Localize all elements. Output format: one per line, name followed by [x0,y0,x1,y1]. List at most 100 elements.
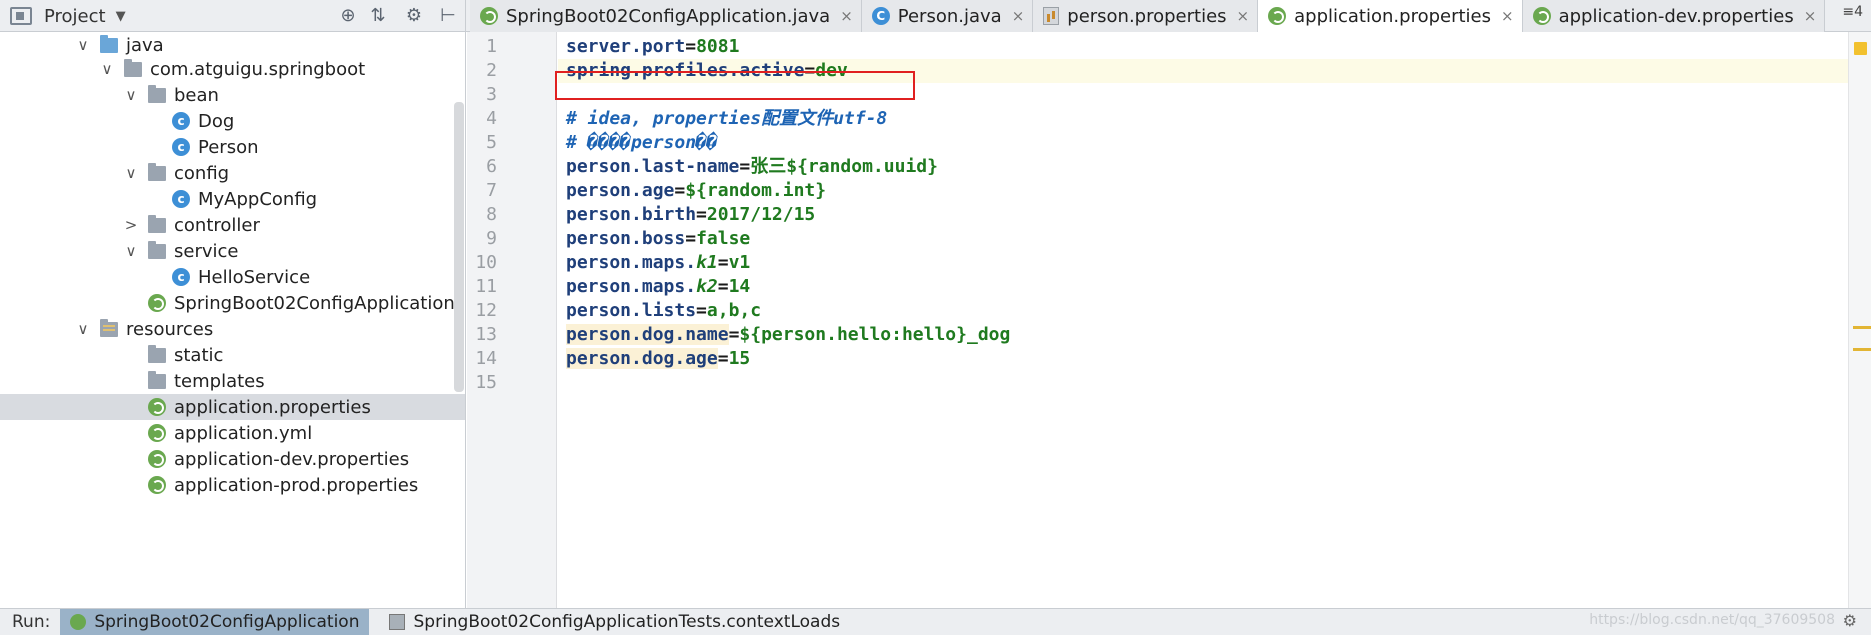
property-key: person.birth [566,204,697,225]
code-line-6[interactable]: person.last-name=张三${random.uuid} [558,155,1848,179]
project-panel-title[interactable]: Project [44,6,106,27]
close-icon[interactable]: × [1804,7,1817,25]
equals-sign: = [696,300,707,321]
chevron-right-icon[interactable]: > [124,216,138,234]
tab-application-dev-properties[interactable]: application-dev.properties × [1522,0,1826,32]
tree-item-templates[interactable]: templates [0,368,465,394]
package-icon [148,214,166,233]
tab-label: person.properties [1067,5,1227,27]
equals-sign: = [685,228,697,249]
tree-item-dog[interactable]: c Dog [0,108,465,134]
tab-label: application-dev.properties [1558,5,1794,27]
tree-item-bean[interactable]: ∨ bean [0,82,465,108]
warning-marker[interactable] [1853,348,1871,351]
tab-overflow-button[interactable]: ≡4 [1842,4,1863,20]
code-line-8[interactable]: person.birth=2017/12/15 [558,203,1848,227]
property-value: 8081 [696,36,740,57]
project-panel-header[interactable]: Project ▼ ⊕ ⇅ ⚙ ⊢ [0,0,466,32]
tree-item-label: config [174,162,230,184]
property-value: v1 [728,252,751,273]
code-line-4[interactable]: # idea, properties配置文件utf-8 [558,107,1848,131]
tab-application-properties[interactable]: application.properties × [1258,0,1523,32]
equals-sign: = [717,276,729,297]
run-tab-springboot02configapplication[interactable]: SpringBoot02ConfigApplication [60,608,370,635]
tree-item-static[interactable]: static [0,342,465,368]
tree-item-label: com.atguigu.springboot [150,58,366,80]
error-stripe[interactable] [1848,32,1871,608]
tree-item-label: java [126,34,164,56]
chevron-down-icon[interactable]: ∨ [124,242,138,260]
tree-item-person[interactable]: c Person [0,134,465,160]
chevron-down-icon[interactable]: ▼ [116,9,126,24]
map-subkey: k2 [696,276,718,297]
run-tab-tests-contextloads[interactable]: SpringBoot02ConfigApplicationTests.conte… [379,609,850,635]
code-line-9[interactable]: person.boss=false [558,227,1848,251]
tree-item-java[interactable]: ∨ java [0,32,465,58]
code-line-2[interactable]: spring.profiles.active=dev [558,59,1848,83]
code-line-11[interactable]: person.maps.k2=14 [558,275,1848,299]
property-key: person.boss [566,228,686,249]
tree-item-controller[interactable]: > controller [0,212,465,238]
tree-item-resources[interactable]: ∨ resources [0,316,465,342]
tree-item-com-atguigu-springboot[interactable]: ∨ com.atguigu.springboot [0,56,465,82]
code-line-12[interactable]: person.lists=a,b,c [558,299,1848,323]
chevron-down-icon[interactable]: ∨ [76,36,90,54]
line-number: 11 [475,276,497,297]
code-line-1[interactable]: server.port=8081 [558,35,1848,59]
tree-scrollbar[interactable] [454,102,464,392]
gear-icon[interactable]: ⚙ [1843,611,1857,630]
inspection-status-icon[interactable] [1854,42,1867,55]
tree-item-label: controller [174,214,260,236]
tree-item-service[interactable]: ∨ service [0,238,465,264]
package-icon [148,240,166,259]
package-icon [148,84,166,103]
tab-person-properties[interactable]: person.properties × [1033,0,1259,32]
chevron-down-icon[interactable]: ∨ [100,60,114,78]
equals-sign: = [717,252,729,273]
properties-icon [1043,7,1060,25]
property-key: person.last-name [566,156,740,177]
chevron-down-icon[interactable]: ∨ [124,164,138,182]
warning-marker[interactable] [1853,326,1871,329]
top-bar: Project ▼ ⊕ ⇅ ⚙ ⊢ SpringBoot02ConfigAppl… [0,0,1871,32]
tree-item-application-dev-properties[interactable]: application-dev.properties [0,446,465,472]
tree-item-myappconfig[interactable]: c MyAppConfig [0,186,465,212]
package-icon [148,162,166,181]
code-comment: # ����person�� [566,132,718,153]
tree-item-config[interactable]: ∨ config [0,160,465,186]
code-editor[interactable]: server.port=8081 spring.profiles.active=… [558,32,1848,608]
project-tree: ∨ java ∨ com.atguigu.springboot ∨ bean c… [0,32,466,608]
folder-icon [100,34,118,53]
tree-item-application-properties[interactable]: application.properties [0,394,465,420]
tree-item-helloservice[interactable]: c HelloService [0,264,465,290]
tree-item-springboot02configapplication[interactable]: SpringBoot02ConfigApplication [0,290,465,316]
locate-icon[interactable]: ⊕ [336,4,360,28]
collapse-all-icon[interactable]: ⇅ [366,4,390,28]
chevron-down-icon[interactable]: ∨ [124,86,138,104]
code-line-7[interactable]: person.age=${random.int} [558,179,1848,203]
code-line-5[interactable]: # ����person�� [558,131,1848,155]
close-icon[interactable]: × [1012,7,1025,25]
settings-gear-icon[interactable]: ⚙ [402,4,426,28]
tree-item-application-prod-properties[interactable]: application-prod.properties [0,472,465,498]
tree-item-application-yml[interactable]: application.yml [0,420,465,446]
package-icon [124,58,142,77]
tab-springboot02configapplication-java[interactable]: SpringBoot02ConfigApplication.java × [470,0,862,32]
close-icon[interactable]: × [840,7,853,25]
property-value: ${person.hello:hello}_dog [739,324,1011,345]
spring-icon [148,424,166,442]
code-line-14[interactable]: person.dog.age=15 [558,347,1848,371]
line-number: 9 [486,228,497,249]
code-line-10[interactable]: person.maps.k1=v1 [558,251,1848,275]
chevron-down-icon[interactable]: ∨ [76,320,90,338]
class-icon: c [172,268,190,286]
close-icon[interactable]: × [1501,7,1514,25]
close-icon[interactable]: × [1237,7,1250,25]
tab-label: application.properties [1294,5,1491,27]
tree-item-label: templates [174,370,265,392]
tab-person-java[interactable]: C Person.java × [861,0,1034,32]
code-line-3[interactable] [558,83,1848,107]
code-line-13[interactable]: person.dog.name=${person.hello:hello}_do… [558,323,1848,347]
code-line-15[interactable] [558,371,1848,395]
hide-panel-icon[interactable]: ⊢ [436,4,460,28]
